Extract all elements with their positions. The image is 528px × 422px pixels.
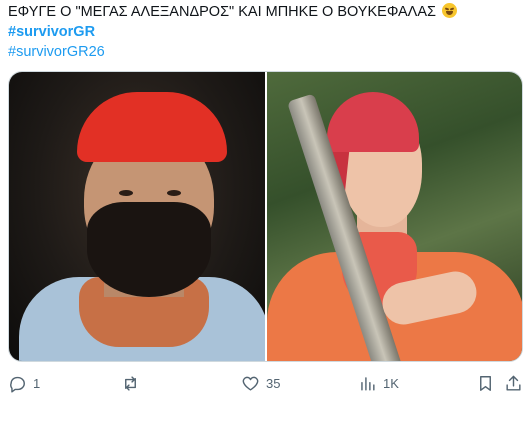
photo-man-holding-stick-orange-shirt[interactable]: [266, 72, 522, 361]
tweet-media: [8, 71, 523, 362]
views-button[interactable]: 1K: [358, 374, 399, 393]
photo-bearded-man-red-bandana[interactable]: [9, 72, 265, 361]
hashtag-survivorgr26-link[interactable]: #survivorGR26: [8, 42, 523, 62]
like-button[interactable]: 35: [241, 374, 280, 393]
bandana-shape: [326, 92, 419, 152]
eye-shape: [119, 190, 133, 196]
views-icon: [361, 377, 375, 391]
tweet-body-text: ΕΦΥΓΕ Ο "ΜΕΓΑΣ ΑΛΕΞΑΝΔΡΟΣ" ΚΑΙ ΜΠΗΚΕ Ο Β…: [8, 4, 436, 20]
tweet-text: ΕΦΥΓΕ Ο "ΜΕΓΑΣ ΑΛΕΞΑΝΔΡΟΣ" ΚΑΙ ΜΠΗΚΕ Ο Β…: [8, 2, 523, 62]
reply-count: 1: [33, 376, 41, 391]
rolling-on-floor-laughing-emoji-icon: [442, 3, 457, 18]
beard-shape: [87, 202, 211, 297]
reply-button[interactable]: 1: [8, 374, 40, 393]
bandana-shape: [77, 92, 227, 162]
bookmark-button[interactable]: [476, 374, 495, 393]
share-button[interactable]: [504, 374, 523, 393]
hashtag-survivorgr-link[interactable]: #survivorGR: [8, 22, 523, 42]
repost-icon: [125, 376, 136, 391]
repost-button[interactable]: [121, 374, 146, 393]
tweet-actions-bar: 1 35 1K: [8, 374, 523, 396]
eye-shape: [167, 190, 181, 196]
like-count: 35: [266, 376, 281, 391]
heart-icon: [242, 376, 259, 391]
reply-icon: [10, 376, 25, 393]
bookmark-icon: [480, 376, 491, 391]
views-count: 1K: [383, 376, 399, 391]
tweet-body: ΕΦΥΓΕ Ο "ΜΕΓΑΣ ΑΛΕΞΑΝΔΡΟΣ" ΚΑΙ ΜΠΗΚΕ Ο Β…: [8, 2, 523, 22]
share-icon: [506, 375, 521, 391]
